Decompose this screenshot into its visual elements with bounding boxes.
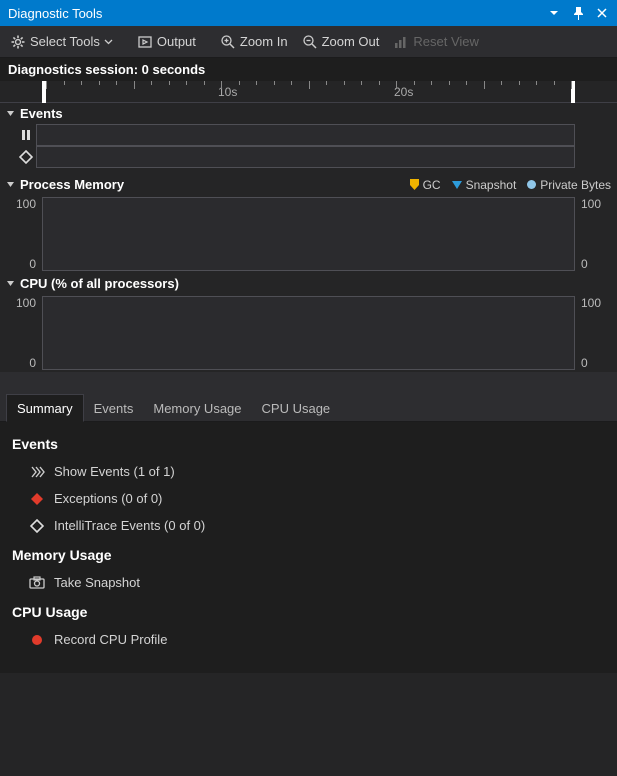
axis-label: 100 bbox=[6, 197, 36, 211]
events-lane[interactable] bbox=[36, 146, 575, 168]
legend-snapshot: Snapshot bbox=[451, 178, 517, 192]
zoom-in-button[interactable]: Zoom In bbox=[216, 32, 292, 52]
summary-events-header: Events bbox=[6, 428, 611, 458]
cpu-axis-right: 100 0 bbox=[575, 294, 617, 372]
axis-label: 100 bbox=[6, 296, 36, 310]
collapse-icon bbox=[6, 109, 16, 118]
pin-icon[interactable] bbox=[569, 4, 587, 22]
memory-graph: 100 0 100 0 bbox=[0, 195, 617, 273]
select-tools-label: Select Tools bbox=[30, 34, 100, 49]
cpu-plot[interactable] bbox=[42, 296, 575, 370]
memory-axis-left: 100 0 bbox=[0, 195, 42, 273]
events-body bbox=[0, 124, 617, 174]
zoom-out-button[interactable]: Zoom Out bbox=[298, 32, 384, 52]
memory-section-header[interactable]: Process Memory GC Snapshot Private Bytes bbox=[0, 174, 617, 195]
collapse-icon bbox=[6, 180, 16, 189]
detail-tabs: Summary Events Memory Usage CPU Usage bbox=[0, 392, 617, 422]
intellitrace-icon bbox=[28, 519, 46, 533]
legend-gc: GC bbox=[409, 178, 441, 192]
axis-label: 100 bbox=[581, 197, 611, 211]
output-icon bbox=[137, 34, 153, 50]
reset-view-button[interactable]: Reset View bbox=[389, 32, 483, 52]
titlebar: Diagnostic Tools bbox=[0, 0, 617, 26]
reset-view-icon bbox=[393, 34, 409, 50]
break-icon bbox=[16, 128, 36, 142]
window-menu-icon[interactable] bbox=[545, 4, 563, 22]
zoom-in-label: Zoom In bbox=[240, 34, 288, 49]
show-events-label: Show Events (1 of 1) bbox=[54, 464, 175, 479]
select-tools-button[interactable]: Select Tools bbox=[6, 32, 117, 52]
window-title: Diagnostic Tools bbox=[8, 6, 102, 21]
toolbar: Select Tools Output Zoom In Zoom Out Res… bbox=[0, 26, 617, 58]
gear-icon bbox=[10, 34, 26, 50]
memory-legend: GC Snapshot Private Bytes bbox=[409, 178, 611, 192]
intellitrace-link[interactable]: IntelliTrace Events (0 of 0) bbox=[6, 512, 611, 539]
cpu-section-header[interactable]: CPU (% of all processors) bbox=[0, 273, 617, 294]
session-status: Diagnostics session: 0 seconds bbox=[0, 58, 617, 81]
axis-label: 0 bbox=[581, 356, 611, 370]
panel-divider bbox=[0, 372, 617, 392]
output-label: Output bbox=[157, 34, 196, 49]
collapse-icon bbox=[6, 279, 16, 288]
cpu-section-title: CPU (% of all processors) bbox=[20, 276, 179, 291]
axis-label: 100 bbox=[581, 296, 611, 310]
zoom-out-icon bbox=[302, 34, 318, 50]
tab-cpu-usage[interactable]: CPU Usage bbox=[252, 395, 341, 421]
events-section-title: Events bbox=[20, 106, 63, 121]
summary-cpu-header: CPU Usage bbox=[6, 596, 611, 626]
legend-private-bytes: Private Bytes bbox=[526, 178, 611, 192]
events-section-header[interactable]: Events bbox=[0, 103, 617, 124]
zoom-out-label: Zoom Out bbox=[322, 34, 380, 49]
axis-label: 0 bbox=[581, 257, 611, 271]
reset-view-label: Reset View bbox=[413, 34, 479, 49]
exception-icon bbox=[28, 492, 46, 506]
legend-snapshot-label: Snapshot bbox=[466, 178, 517, 192]
events-lane[interactable] bbox=[36, 124, 575, 146]
tab-summary[interactable]: Summary bbox=[6, 394, 84, 422]
record-cpu-label: Record CPU Profile bbox=[54, 632, 167, 647]
exceptions-label: Exceptions (0 of 0) bbox=[54, 491, 162, 506]
tab-memory-usage[interactable]: Memory Usage bbox=[143, 395, 251, 421]
legend-gc-label: GC bbox=[423, 178, 441, 192]
camera-icon bbox=[28, 576, 46, 589]
timeline-ruler[interactable]: 10s 20s // draw small ticks between mark… bbox=[0, 81, 617, 103]
summary-memory-header: Memory Usage bbox=[6, 539, 611, 569]
output-button[interactable]: Output bbox=[133, 32, 200, 52]
cpu-graph: 100 0 100 0 bbox=[0, 294, 617, 372]
take-snapshot-link[interactable]: Take Snapshot bbox=[6, 569, 611, 596]
record-cpu-link[interactable]: Record CPU Profile bbox=[6, 626, 611, 653]
exceptions-link[interactable]: Exceptions (0 of 0) bbox=[6, 485, 611, 512]
memory-section-title: Process Memory bbox=[20, 177, 124, 192]
cpu-axis-left: 100 0 bbox=[0, 294, 42, 372]
legend-private-label: Private Bytes bbox=[540, 178, 611, 192]
axis-label: 0 bbox=[6, 257, 36, 271]
summary-panel: Events Show Events (1 of 1) Exceptions (… bbox=[0, 422, 617, 673]
tab-events[interactable]: Events bbox=[84, 395, 144, 421]
close-icon[interactable] bbox=[593, 4, 611, 22]
chevron-down-icon bbox=[104, 37, 113, 46]
intellitrace-label: IntelliTrace Events (0 of 0) bbox=[54, 518, 205, 533]
events-lane-break bbox=[42, 124, 575, 146]
show-events-link[interactable]: Show Events (1 of 1) bbox=[6, 458, 611, 485]
axis-label: 0 bbox=[6, 356, 36, 370]
take-snapshot-label: Take Snapshot bbox=[54, 575, 140, 590]
events-icon bbox=[28, 466, 46, 478]
memory-plot[interactable] bbox=[42, 197, 575, 271]
diamond-icon bbox=[16, 150, 36, 164]
window-buttons bbox=[545, 4, 611, 22]
events-lane-intellitrace bbox=[42, 146, 575, 168]
record-icon bbox=[28, 633, 46, 647]
zoom-in-icon bbox=[220, 34, 236, 50]
memory-axis-right: 100 0 bbox=[575, 195, 617, 273]
